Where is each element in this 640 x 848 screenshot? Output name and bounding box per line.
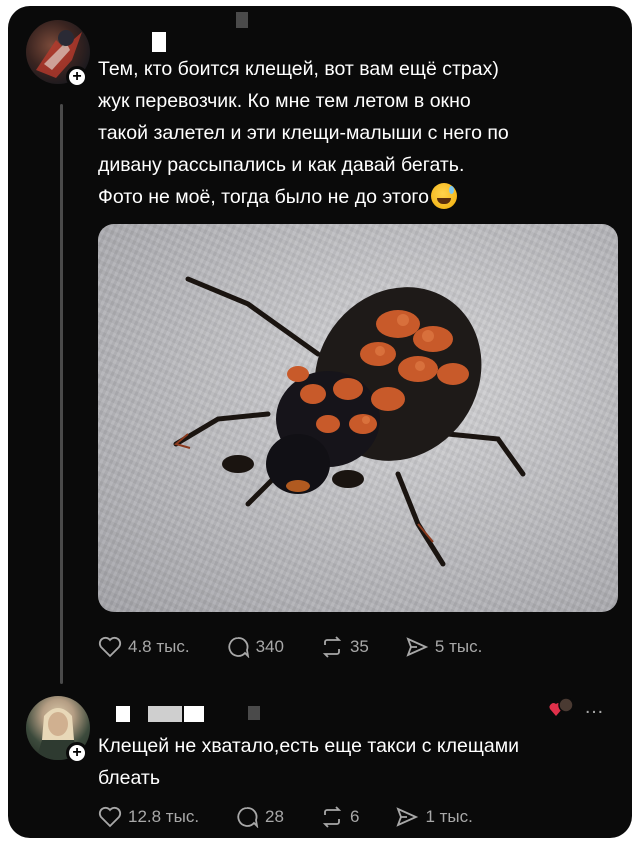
username-censored bbox=[148, 706, 182, 722]
follow-plus-icon[interactable]: + bbox=[66, 66, 88, 88]
repost-icon bbox=[322, 806, 342, 828]
comment-icon bbox=[237, 807, 259, 828]
reply-button[interactable]: 28 bbox=[235, 806, 284, 828]
repost-count: 6 bbox=[349, 807, 360, 826]
reply-text: Клещей не хватало,есть еще такси с клеща… bbox=[98, 735, 520, 789]
username-censored bbox=[116, 706, 130, 722]
like-button[interactable]: 4.8 тыс. bbox=[98, 636, 190, 658]
repost-count: 35 bbox=[349, 637, 369, 656]
like-button[interactable]: 12.8 тыс. bbox=[98, 806, 199, 828]
repost-icon bbox=[322, 636, 342, 658]
more-icon[interactable]: … bbox=[584, 697, 605, 717]
reply-action-bar: 12.8 тыс. 28 6 1 тыс. bbox=[98, 806, 473, 828]
share-icon bbox=[406, 637, 429, 657]
share-button[interactable]: 1 тыс. bbox=[395, 806, 473, 828]
share-count: 1 тыс. bbox=[425, 807, 473, 826]
reply-count: 28 bbox=[265, 807, 284, 826]
like-count: 4.8 тыс. bbox=[128, 637, 190, 656]
username-censored bbox=[248, 706, 260, 720]
username-censored bbox=[152, 32, 166, 52]
username-censored bbox=[236, 12, 248, 28]
reply-button[interactable]: 340 bbox=[226, 636, 284, 658]
heart-avatar-icon bbox=[549, 697, 574, 716]
like-count: 12.8 тыс. bbox=[128, 807, 200, 826]
post-text: Тем, кто боится клещей, вот вам ещё стра… bbox=[98, 58, 509, 209]
username-censored bbox=[184, 706, 204, 722]
share-button[interactable]: 5 тыс. bbox=[405, 636, 482, 658]
heart-icon bbox=[98, 636, 122, 658]
reply-count: 340 bbox=[255, 637, 284, 656]
beetle-photo[interactable] bbox=[98, 224, 618, 612]
sweat-smile-emoji-icon bbox=[430, 183, 457, 209]
repost-button[interactable]: 35 bbox=[320, 636, 369, 658]
threads-card: + Тем, кто боится клещей, вот вам ещё ст… bbox=[8, 6, 632, 838]
share-count: 5 тыс. bbox=[434, 637, 483, 656]
comment-icon bbox=[228, 637, 249, 658]
share-icon bbox=[396, 807, 419, 827]
follow-plus-icon[interactable]: + bbox=[66, 742, 88, 764]
reply-header-icons: … bbox=[548, 696, 605, 718]
heart-icon bbox=[98, 806, 122, 828]
repost-button[interactable]: 6 bbox=[320, 806, 359, 828]
post-action-bar: 4.8 тыс. 340 35 5 тыс. bbox=[98, 636, 482, 658]
thread-connector bbox=[60, 104, 63, 684]
